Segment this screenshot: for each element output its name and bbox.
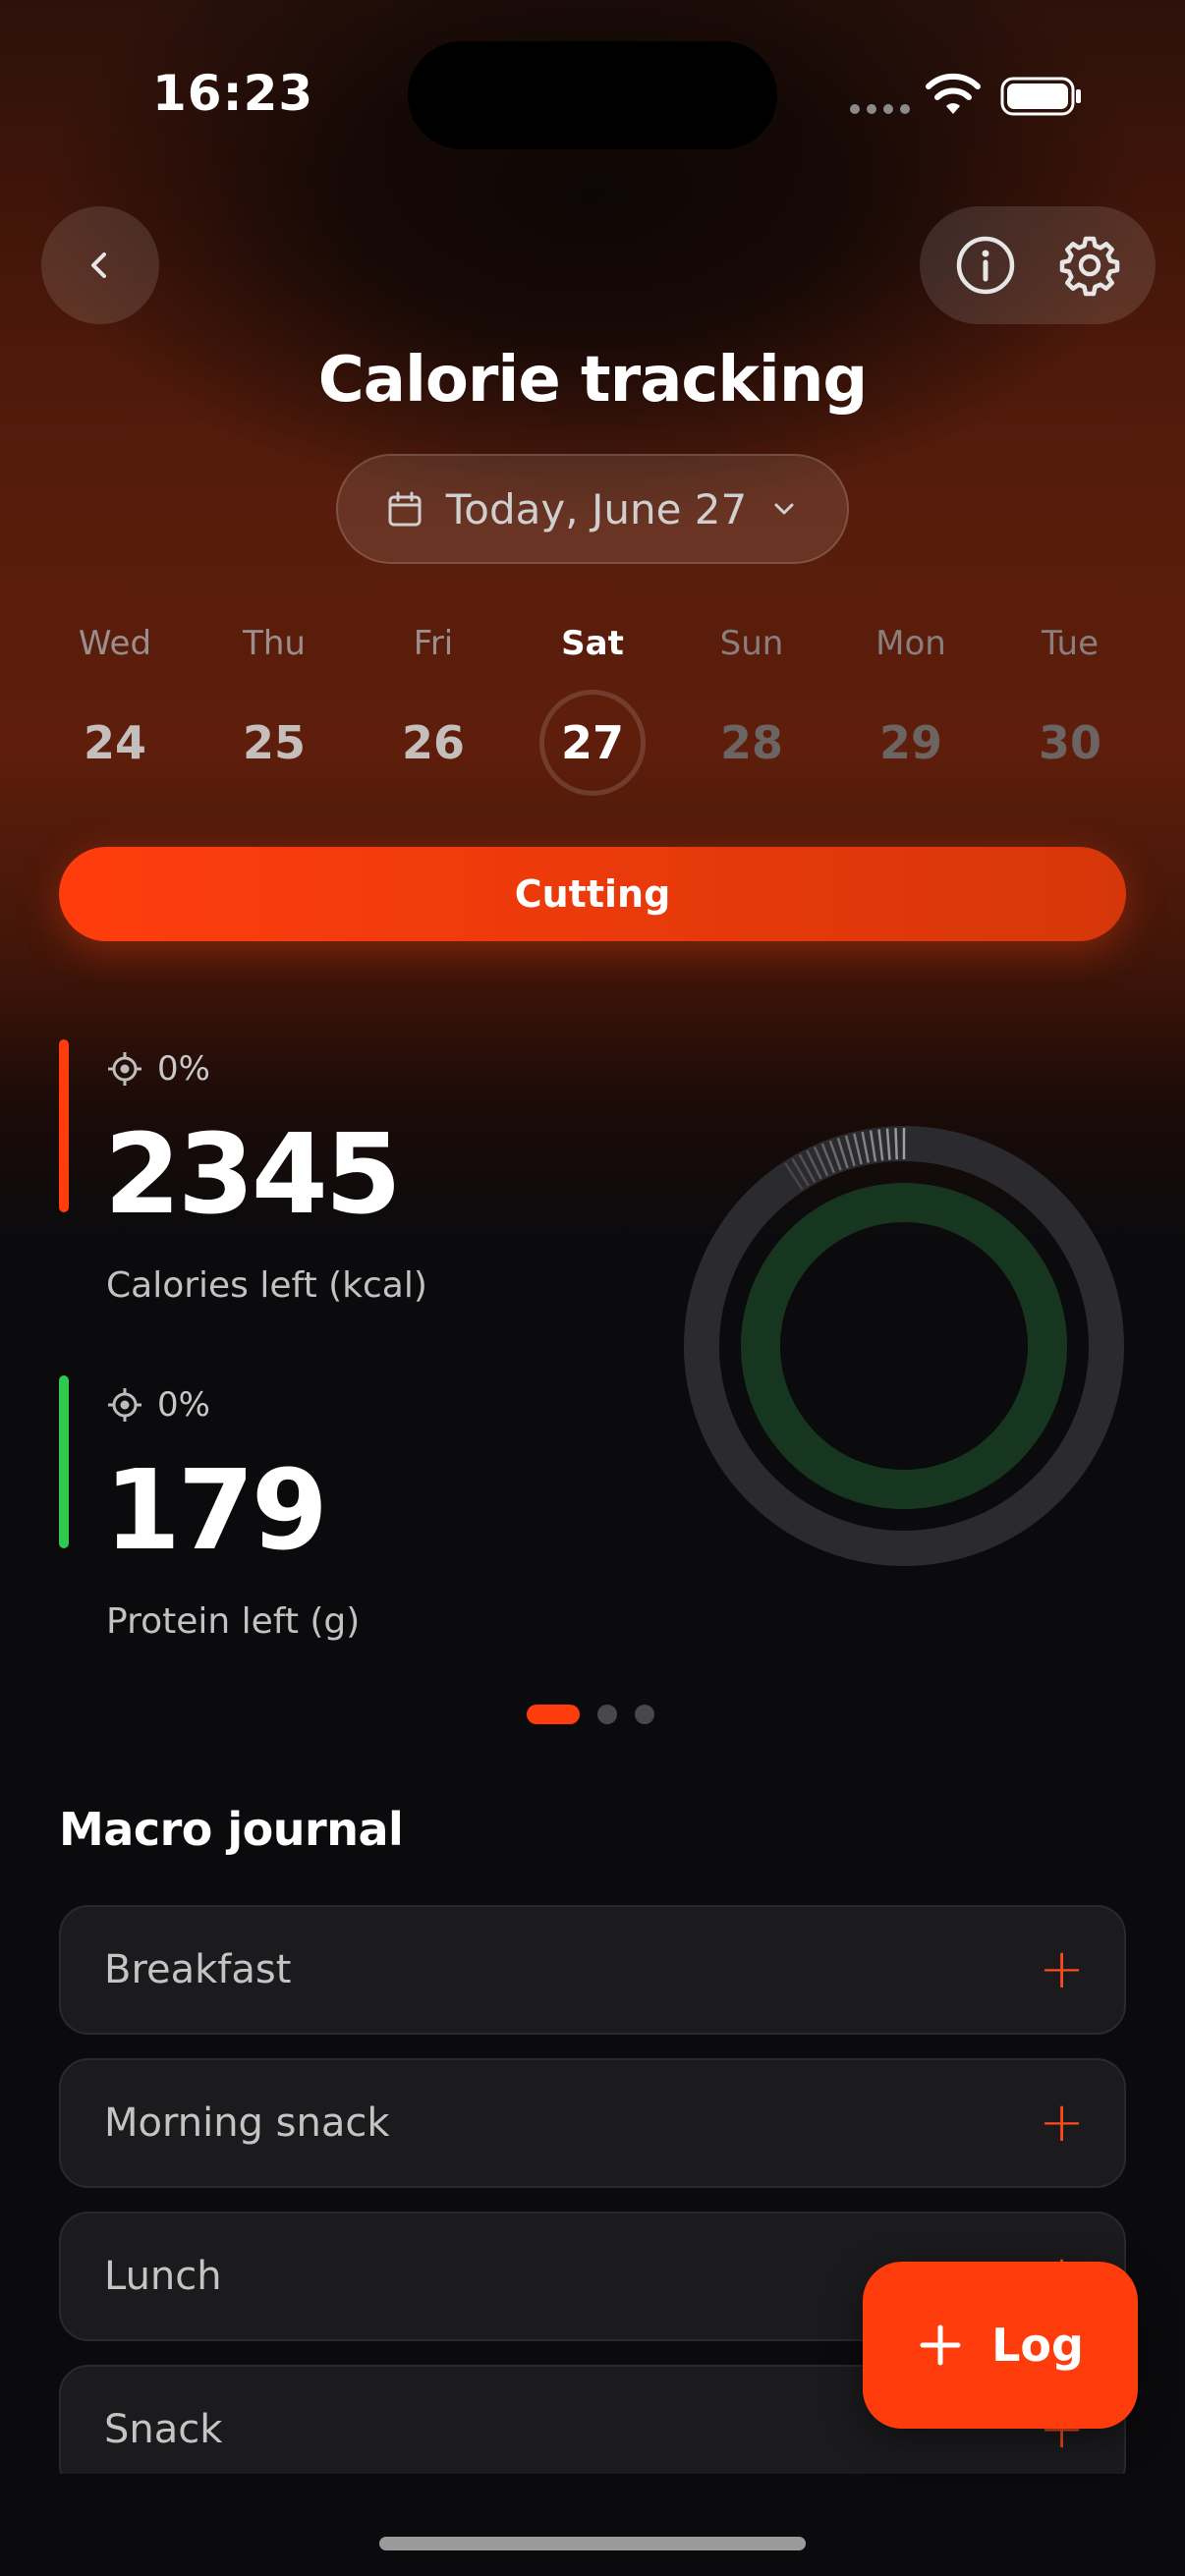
- day-sat-selected[interactable]: Sat 27: [513, 619, 672, 796]
- stats-pager[interactable]: [527, 1705, 654, 1724]
- day-name: Tue: [1041, 624, 1100, 663]
- page-title: Calorie tracking: [317, 344, 868, 417]
- day-number: 29: [878, 716, 942, 769]
- day-tue[interactable]: Tue 30: [990, 619, 1150, 796]
- day-name: Wed: [78, 624, 152, 663]
- header-actions: [920, 206, 1156, 324]
- day-thu[interactable]: Thu 25: [195, 619, 354, 796]
- back-button[interactable]: [41, 206, 159, 324]
- calories-left-value: 2345: [104, 1111, 402, 1239]
- plus-icon[interactable]: +: [1039, 2096, 1085, 2151]
- day-name: Fri: [413, 624, 454, 663]
- chevron-down-icon: [774, 503, 794, 515]
- pager-dot[interactable]: [635, 1705, 654, 1724]
- protein-left-label: Protein left (g): [106, 1601, 361, 1642]
- protein-indicator-bar: [59, 1375, 69, 1548]
- target-icon: [108, 1388, 141, 1422]
- calories-left-label: Calories left (kcal): [106, 1265, 427, 1306]
- meal-row-morning-snack[interactable]: Morning snack +: [59, 2058, 1126, 2188]
- day-wed[interactable]: Wed 24: [35, 619, 195, 796]
- log-button-label: Log: [991, 2319, 1084, 2372]
- target-icon: [108, 1052, 141, 1086]
- meal-label: Morning snack: [104, 2100, 390, 2146]
- home-indicator[interactable]: [379, 2537, 806, 2550]
- meal-row-breakfast[interactable]: Breakfast +: [59, 1905, 1126, 2035]
- protein-percent: 0%: [157, 1385, 210, 1425]
- info-icon[interactable]: [953, 233, 1018, 298]
- day-sun[interactable]: Sun 28: [672, 619, 831, 796]
- calories-percent: 0%: [157, 1049, 210, 1089]
- calendar-icon: [388, 491, 422, 527]
- calories-stat: 0% 2345 Calories left (kcal): [59, 1039, 649, 1334]
- day-number: 30: [1038, 716, 1101, 769]
- gear-icon[interactable]: [1057, 233, 1122, 298]
- bottom-fade: [0, 2474, 1185, 2576]
- macro-progress-rings: [684, 1126, 1124, 1566]
- protein-left-value: 179: [104, 1447, 328, 1575]
- day-number: 27: [539, 690, 646, 796]
- pager-dot[interactable]: [597, 1705, 617, 1724]
- week-strip: Wed 24 Thu 25 Fri 26 Sat 27 Sun 28 Mon 2…: [35, 619, 1150, 796]
- protein-ring-track: [741, 1183, 1067, 1509]
- dynamic-island: [408, 41, 777, 149]
- macro-journal-title: Macro journal: [59, 1803, 404, 1856]
- meal-label: Snack: [104, 2407, 223, 2452]
- day-number: 28: [719, 716, 783, 769]
- plus-icon: [920, 2324, 961, 2366]
- calories-indicator-bar: [59, 1039, 69, 1212]
- day-name: Mon: [875, 624, 946, 663]
- meal-label: Lunch: [104, 2254, 222, 2299]
- day-name: Sat: [561, 624, 624, 663]
- cellular-signal-icon: [850, 104, 910, 114]
- date-label: Today, June 27: [445, 484, 748, 533]
- day-number: 24: [83, 716, 146, 769]
- battery-icon: [1000, 77, 1081, 116]
- day-mon[interactable]: Mon 29: [831, 619, 990, 796]
- protein-stat: 0% 179 Protein left (g): [59, 1375, 649, 1670]
- status-time: 16:23: [152, 65, 314, 122]
- log-button[interactable]: Log: [863, 2262, 1138, 2429]
- day-number: 25: [242, 716, 306, 769]
- diet-mode-button[interactable]: Cutting: [59, 847, 1126, 941]
- plus-icon[interactable]: +: [1039, 1942, 1085, 1997]
- date-selector[interactable]: Today, June 27: [336, 454, 849, 564]
- chevron-left-icon: [91, 252, 106, 278]
- ring-tick: [894, 1128, 898, 1160]
- pager-dot-active[interactable]: [527, 1705, 580, 1724]
- day-fri[interactable]: Fri 26: [354, 619, 513, 796]
- meal-label: Breakfast: [104, 1947, 292, 1992]
- day-name: Thu: [243, 624, 306, 663]
- day-name: Sun: [719, 624, 784, 663]
- day-number: 26: [401, 716, 465, 769]
- wifi-icon: [926, 73, 981, 114]
